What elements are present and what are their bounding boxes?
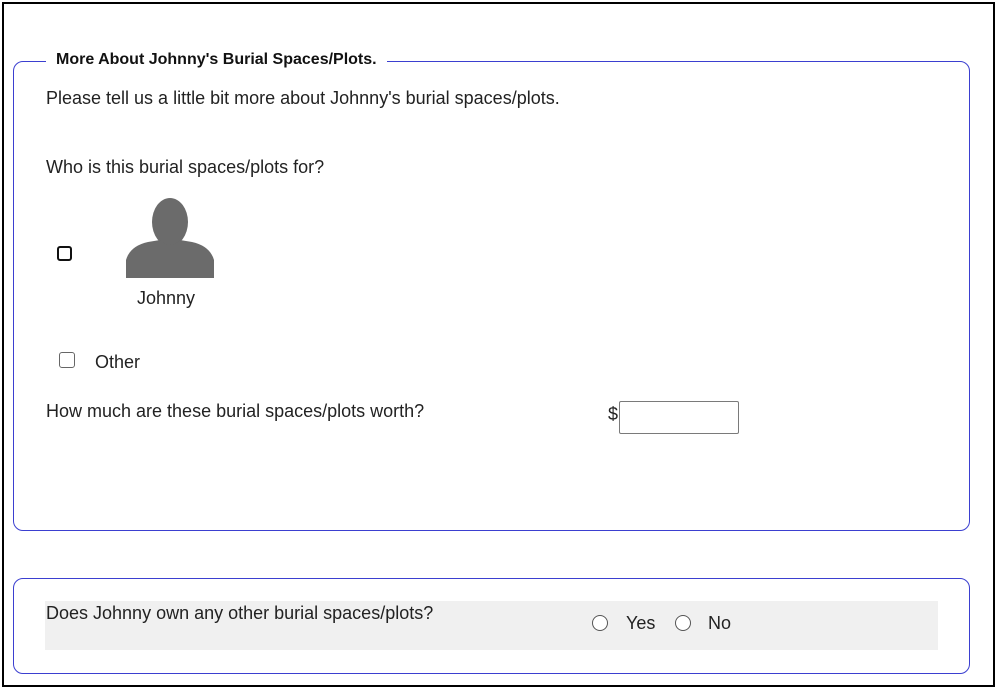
who-question: Who is this burial spaces/plots for? (46, 157, 325, 177)
person-avatar-icon[interactable] (126, 194, 214, 278)
worth-question: How much are these burial spaces/plots w… (46, 401, 425, 421)
person-name-label: Johnny (137, 288, 196, 308)
no-label: No (708, 613, 732, 633)
worth-amount-input[interactable] (619, 401, 739, 434)
currency-symbol: $ (608, 404, 619, 424)
other-checkbox[interactable] (59, 352, 75, 368)
yes-label: Yes (626, 613, 656, 633)
johnny-checkbox[interactable] (57, 246, 72, 261)
other-plots-question-row: Does Johnny own any other burial spaces/… (45, 601, 938, 650)
section-legend: More About Johnny's Burial Spaces/Plots. (46, 48, 387, 72)
other-label: Other (95, 352, 141, 372)
other-plots-question: Does Johnny own any other burial spaces/… (46, 603, 434, 623)
intro-text: Please tell us a little bit more about J… (46, 88, 560, 108)
yes-radio[interactable] (592, 615, 608, 631)
no-radio[interactable] (675, 615, 691, 631)
